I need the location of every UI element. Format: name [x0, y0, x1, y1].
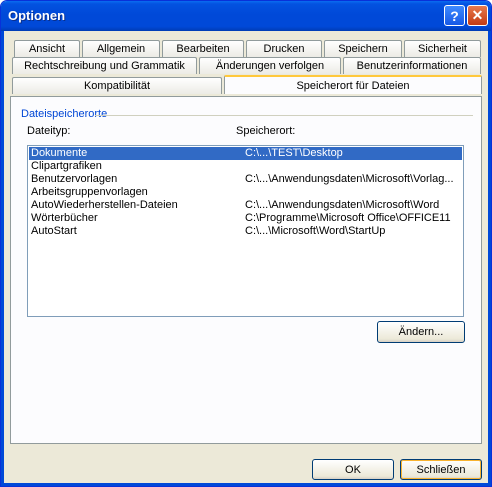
- list-item[interactable]: AutoWiederherstellen-Dateien C:\...\Anwe…: [29, 199, 462, 212]
- tab-ansicht[interactable]: Ansicht: [14, 40, 80, 57]
- list-item[interactable]: Benutzervorlagen C:\...\Anwendungsdaten\…: [29, 173, 462, 186]
- list-item[interactable]: Wörterbücher C:\Programme\Microsoft Offi…: [29, 212, 462, 225]
- list-item-type: Dokumente: [31, 147, 88, 159]
- close-window-button[interactable]: ✕: [467, 5, 488, 26]
- tab-aenderungen-verfolgen[interactable]: Änderungen verfolgen: [199, 57, 341, 74]
- tab-speicherort-fuer-dateien[interactable]: Speicherort für Dateien: [224, 75, 482, 94]
- group-divider: [95, 115, 473, 116]
- tab-panel: Dateispeicherorte Dateityp: Speicherort:…: [10, 96, 482, 444]
- window-title: Optionen: [8, 8, 66, 23]
- tab-rechtschreibung[interactable]: Rechtschreibung und Grammatik: [12, 57, 197, 74]
- tab-bearbeiten[interactable]: Bearbeiten: [162, 40, 244, 57]
- help-button[interactable]: ?: [444, 5, 465, 26]
- list-item-location: C:\...\Microsoft\Word\StartUp: [245, 225, 386, 237]
- list-item[interactable]: Dokumente C:\...\TEST\Desktop: [29, 147, 462, 160]
- window-frame-right: [488, 31, 491, 486]
- list-item-type: AutoStart: [31, 225, 77, 237]
- group-title: Dateispeicherorte: [19, 108, 110, 120]
- tab-speichern[interactable]: Speichern: [324, 40, 402, 57]
- list-item[interactable]: Clipartgrafiken: [29, 160, 462, 173]
- tab-benutzerinformationen[interactable]: Benutzerinformationen: [343, 57, 481, 74]
- column-header-type: Dateityp:: [27, 125, 71, 137]
- list-item-type: Clipartgrafiken: [31, 160, 102, 172]
- ok-button[interactable]: OK: [312, 459, 394, 480]
- list-item-type: Benutzervorlagen: [31, 173, 118, 185]
- tab-kompatibilitaet[interactable]: Kompatibilität: [12, 77, 222, 94]
- list-item-type: Wörterbücher: [31, 212, 98, 224]
- window-frame-left: [1, 31, 4, 486]
- list-item[interactable]: AutoStart C:\...\Microsoft\Word\StartUp: [29, 225, 462, 238]
- list-item-location: C:\...\TEST\Desktop: [245, 147, 343, 159]
- list-item-type: Arbeitsgruppenvorlagen: [31, 186, 148, 198]
- tab-drucken[interactable]: Drucken: [246, 40, 322, 57]
- file-locations-list[interactable]: Dokumente C:\...\TEST\Desktop Clipartgra…: [27, 145, 464, 317]
- list-item-location: C:\...\Anwendungsdaten\Microsoft\Word: [245, 199, 440, 211]
- list-item-location: C:\...\Anwendungsdaten\Microsoft\Vorlag.…: [245, 173, 454, 185]
- tab-allgemein[interactable]: Allgemein: [82, 40, 160, 57]
- tab-sicherheit[interactable]: Sicherheit: [404, 40, 481, 57]
- list-item-location: C:\Programme\Microsoft Office\OFFICE11: [245, 212, 451, 224]
- column-header-location: Speicherort:: [236, 125, 296, 137]
- title-bar[interactable]: Optionen ? ✕: [1, 1, 491, 31]
- close-icon: ✕: [471, 7, 484, 23]
- options-dialog: Optionen ? ✕ Ansicht Allgemein Bearbeite…: [0, 0, 492, 487]
- help-icon: ?: [450, 7, 459, 24]
- list-item-type: AutoWiederherstellen-Dateien: [31, 199, 178, 211]
- list-item[interactable]: Arbeitsgruppenvorlagen: [29, 186, 462, 199]
- change-button[interactable]: Ändern...: [377, 321, 465, 343]
- window-frame-bottom: [1, 483, 491, 486]
- close-button[interactable]: Schließen: [400, 459, 482, 480]
